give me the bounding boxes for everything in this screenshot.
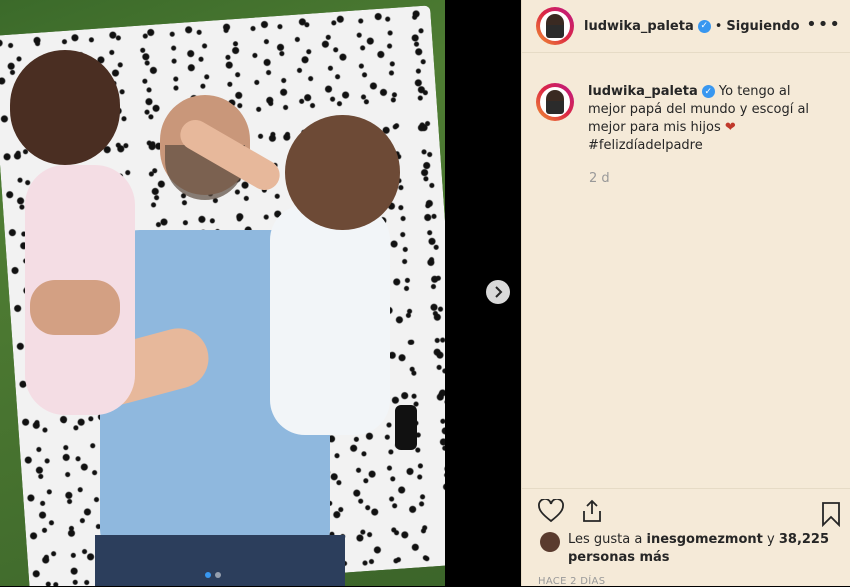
carousel-dot [215,572,221,578]
post-media[interactable] [0,0,521,586]
liker-username[interactable]: inesgomezmont [646,532,762,547]
more-options-icon[interactable]: ••• [806,14,841,35]
caption-avatar[interactable] [536,83,574,121]
post-caption: ludwika_paleta ✓ Yo tengo al mejor papá d… [522,53,850,155]
carousel-next-button[interactable] [486,280,510,304]
share-upload-icon[interactable] [580,499,604,523]
photo-baby-girl-head [10,50,120,165]
post-header: ludwika_paleta ✓ • Siguiendo ••• [522,0,850,53]
photo-hand [30,280,120,335]
caption-age: 2 d [589,171,610,186]
author-avatar[interactable] [536,7,574,45]
photo-baby-boy-head [285,115,400,230]
following-button[interactable]: Siguiendo [726,19,799,34]
liker-avatar[interactable] [540,532,560,552]
action-icons [522,489,850,527]
bookmark-icon[interactable] [821,501,841,527]
caption-text: ludwika_paleta ✓ Yo tengo al mejor papá d… [588,83,828,155]
chevron-right-icon [495,286,503,298]
verified-badge-icon: ✓ [701,85,715,98]
likes-text: Les gusta a inesgomezmont y 38,225 perso… [568,532,830,565]
hashtag-link[interactable]: #felizdíadelpadre [588,138,703,153]
photo-jeans [95,535,345,586]
likes-summary: Les gusta a inesgomezmont y 38,225 perso… [522,523,850,567]
post-side-panel: ludwika_paleta ✓ • Siguiendo ••• ludwika… [521,0,850,587]
heart-emoji: ❤ [724,120,736,135]
carousel-dots [205,572,221,578]
caption-username[interactable]: ludwika_paleta [588,84,698,99]
verified-badge-icon: ✓ [697,19,711,33]
separator-dot: • [714,18,723,34]
post-photo [0,0,445,586]
author-username[interactable]: ludwika_paleta [584,19,694,34]
post-actions: Les gusta a inesgomezmont y 38,225 perso… [522,488,850,587]
heart-outline-icon[interactable] [538,499,564,523]
carousel-dot [205,572,211,578]
photo-watch [395,405,417,450]
photo-baby-boy [270,205,390,435]
post-timestamp[interactable]: HACE 2 DÍAS [538,576,605,587]
